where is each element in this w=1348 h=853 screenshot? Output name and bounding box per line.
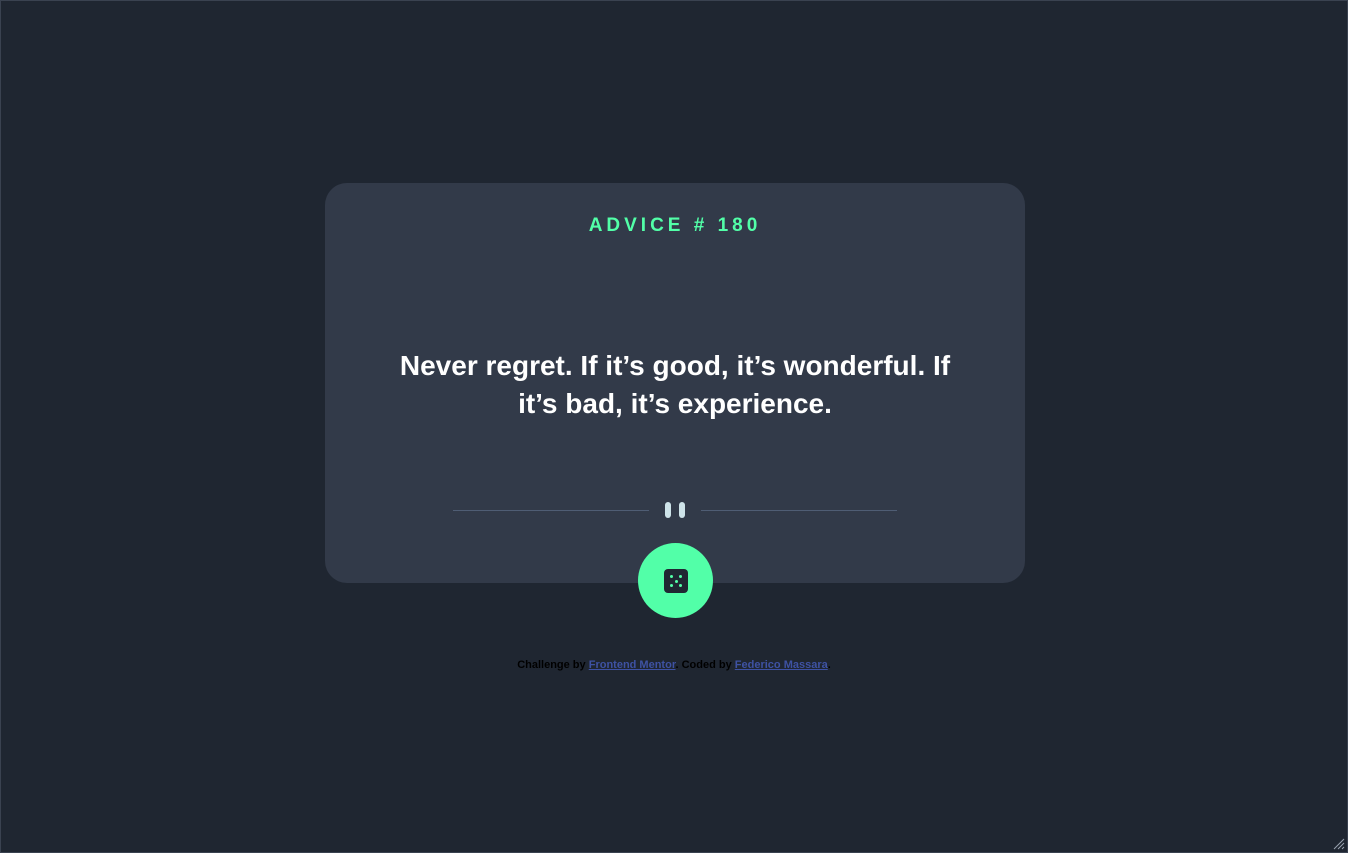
advice-card: ADVICE # 180 Never regret. If it’s good,…: [325, 183, 1025, 618]
advice-text: Never regret. If it’s good, it’s wonderf…: [399, 350, 951, 419]
frontend-mentor-link[interactable]: Frontend Mentor: [589, 659, 676, 671]
attribution: Challenge by Frontend Mentor. Coded by F…: [1, 659, 1347, 671]
pause-icon: [665, 502, 685, 518]
generate-advice-button[interactable]: [638, 543, 713, 618]
pattern-divider: [453, 501, 897, 519]
attribution-suffix: .: [827, 659, 831, 671]
attribution-prefix: Challenge by: [517, 659, 586, 671]
advice-id: ADVICE # 180: [588, 215, 762, 236]
divider-line-left: [453, 510, 649, 511]
dice-icon: [664, 569, 688, 593]
resize-grip-icon[interactable]: [1333, 838, 1345, 850]
divider-line-right: [701, 510, 897, 511]
coder-link[interactable]: Federico Massara: [735, 659, 828, 671]
attribution-separator: . Coded by: [675, 659, 732, 671]
